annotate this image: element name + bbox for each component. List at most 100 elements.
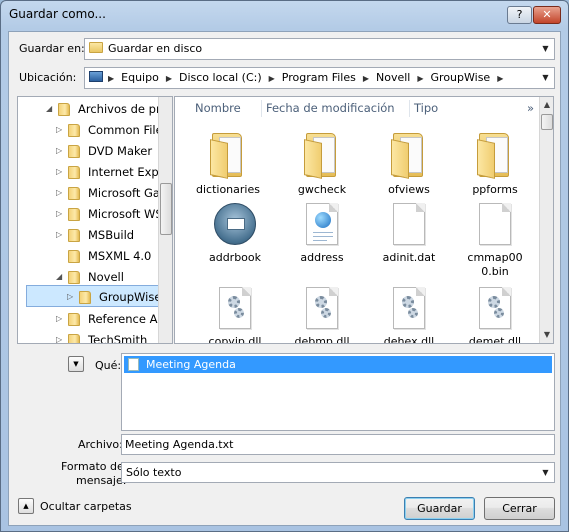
file-item-adinit[interactable]: adinit.dat xyxy=(363,203,455,265)
title-bar: Guardar como... ? ✕ xyxy=(1,1,568,31)
tree-item-dvd-maker[interactable]: ▷ DVD Maker xyxy=(18,140,158,162)
tree-scrollbar[interactable] xyxy=(158,97,172,343)
dll-icon xyxy=(306,287,338,329)
breadcrumb-separator-icon[interactable]: ▶ xyxy=(410,74,430,83)
file-list-scrollbar[interactable]: ▲ ▼ xyxy=(539,97,553,343)
dll-icon xyxy=(219,287,251,329)
dialog-title: Guardar como... xyxy=(9,7,106,21)
tree-item-internet-explorer[interactable]: ▷ Internet Explorer xyxy=(18,161,158,183)
blank-document-icon xyxy=(479,203,511,245)
tree-item-msbuild[interactable]: ▷ MSBuild xyxy=(18,224,158,246)
format-label-line1: Formato del xyxy=(61,460,127,473)
breadcrumb-computer[interactable]: Equipo xyxy=(121,71,159,84)
expand-arrow-icon[interactable]: ▷ xyxy=(56,329,62,343)
dialog-body: Guardar en: Guardar en disco ▼ Ubicación… xyxy=(8,31,561,526)
expand-arrow-icon[interactable]: ▷ xyxy=(56,224,62,246)
file-item-gwcheck[interactable]: gwcheck xyxy=(276,131,368,197)
tree-item-groupwise[interactable]: ▷ GroupWise xyxy=(26,285,160,307)
tree-item-common-files[interactable]: ▷ Common Files xyxy=(18,119,158,141)
expand-arrow-icon[interactable]: ▷ xyxy=(56,203,62,225)
document-icon xyxy=(128,358,139,371)
tree-scroll-thumb[interactable] xyxy=(160,183,172,235)
folder-icon xyxy=(68,187,80,200)
location-breadcrumb[interactable]: ▶ Equipo ▶ Disco local (C:) ▶ Program Files ▶ N… xyxy=(84,67,555,89)
format-label-line2: mensaje: xyxy=(76,474,127,487)
file-item-dehex[interactable]: dehex.dll xyxy=(363,287,455,343)
expand-arrow-icon[interactable]: ▷ xyxy=(67,286,73,306)
more-columns-icon[interactable]: » xyxy=(527,97,534,119)
breadcrumb-local-disk[interactable]: Disco local (C:) xyxy=(179,71,262,84)
expand-what-button[interactable]: ▼ xyxy=(68,356,84,372)
breadcrumb-separator-icon[interactable]: ▶ xyxy=(356,74,376,83)
hide-folders-toggle[interactable]: ▲ xyxy=(18,498,34,514)
folder-icon xyxy=(68,124,80,137)
save-button[interactable]: Guardar xyxy=(404,497,475,520)
collapse-arrow-icon[interactable]: ◢ xyxy=(46,98,52,120)
file-item-copyip[interactable]: copyip.dll xyxy=(189,287,281,343)
folder-tree[interactable]: ◢ Archivos de pro ▷ Common Files ▷ DVD M… xyxy=(17,96,173,344)
breadcrumb-groupwise[interactable]: GroupWise xyxy=(431,71,491,84)
dll-icon xyxy=(393,287,425,329)
breadcrumb-separator-icon[interactable]: ▶ xyxy=(490,74,510,83)
file-item-ofviews[interactable]: ofviews xyxy=(363,131,455,197)
tree-item-archivos[interactable]: ◢ Archivos de pro xyxy=(18,98,158,120)
close-button[interactable]: ✕ xyxy=(533,6,561,24)
chevron-down-icon[interactable]: ▼ xyxy=(537,463,554,482)
blank-document-icon xyxy=(393,203,425,245)
expand-arrow-icon[interactable]: ▷ xyxy=(56,161,62,183)
folder-icon xyxy=(68,229,80,242)
scroll-down-icon[interactable]: ▼ xyxy=(540,327,553,343)
column-header-type[interactable]: Tipo xyxy=(414,97,438,119)
what-list[interactable]: Meeting Agenda xyxy=(121,353,555,431)
html-document-icon xyxy=(306,203,338,245)
expand-arrow-icon[interactable]: ▷ xyxy=(56,308,62,330)
addressbook-icon xyxy=(214,203,256,245)
folder-icon xyxy=(68,334,80,343)
save-in-dropdown[interactable]: Guardar en disco ▼ xyxy=(84,38,555,60)
breadcrumb-separator-icon[interactable]: ▶ xyxy=(262,74,282,83)
folder-icon xyxy=(68,250,80,263)
folder-icon xyxy=(68,166,80,179)
file-item-addrbook[interactable]: addrbook xyxy=(189,203,281,265)
column-separator[interactable] xyxy=(409,100,410,117)
close-dialog-button[interactable]: Cerrar xyxy=(484,497,555,520)
expand-arrow-icon[interactable]: ▷ xyxy=(56,119,62,141)
file-item-debmp[interactable]: debmp.dll xyxy=(276,287,368,343)
scroll-up-icon[interactable]: ▲ xyxy=(540,97,553,113)
chevron-down-icon[interactable]: ▼ xyxy=(537,68,554,88)
expand-arrow-icon[interactable]: ▷ xyxy=(56,140,62,162)
hide-folders-label[interactable]: Ocultar carpetas xyxy=(40,500,132,513)
breadcrumb-novell[interactable]: Novell xyxy=(376,71,410,84)
file-list[interactable]: Nombre Fecha de modificación Tipo » dict… xyxy=(174,96,554,344)
expand-arrow-icon[interactable]: ▷ xyxy=(56,182,62,204)
tree-item-microsoft-games[interactable]: ▷ Microsoft Games xyxy=(18,182,158,204)
tree-item-reference-assemblies[interactable]: ▷ Reference Assemblies xyxy=(18,308,158,330)
folder-icon xyxy=(304,131,340,179)
file-item-demet[interactable]: demet.dll xyxy=(449,287,541,343)
folder-icon xyxy=(68,313,80,326)
file-item-cmmap000[interactable]: cmmap000.bin xyxy=(449,203,541,279)
chevron-down-icon[interactable]: ▼ xyxy=(537,39,554,59)
column-separator[interactable] xyxy=(261,100,262,117)
folder-icon xyxy=(79,291,91,304)
breadcrumb-separator-icon[interactable]: ▶ xyxy=(108,74,121,83)
column-header-modified[interactable]: Fecha de modificación xyxy=(266,97,395,119)
file-item-dictionaries[interactable]: dictionaries xyxy=(182,131,274,197)
file-list-scroll-thumb[interactable] xyxy=(541,114,553,130)
breadcrumb-separator-icon[interactable]: ▶ xyxy=(159,74,179,83)
folder-icon xyxy=(391,131,427,179)
format-value: Sólo texto xyxy=(126,466,182,479)
tree-item-techsmith[interactable]: ▷ TechSmith xyxy=(18,329,158,343)
file-item-address[interactable]: address xyxy=(276,203,368,265)
tree-item-msxml[interactable]: MSXML 4.0 xyxy=(18,245,158,267)
folder-icon xyxy=(477,131,513,179)
file-item-ppforms[interactable]: ppforms xyxy=(449,131,541,197)
save-in-value: Guardar en disco xyxy=(108,42,203,55)
tree-item-microsoft-wse[interactable]: ▷ Microsoft WSE xyxy=(18,203,158,225)
column-header-name[interactable]: Nombre xyxy=(195,97,241,119)
help-button[interactable]: ? xyxy=(507,6,532,24)
what-selected-item[interactable]: Meeting Agenda xyxy=(124,356,552,373)
breadcrumb-program-files[interactable]: Program Files xyxy=(282,71,356,84)
filename-input[interactable]: Meeting Agenda.txt xyxy=(121,434,555,455)
format-dropdown[interactable]: Sólo texto ▼ xyxy=(121,462,555,483)
